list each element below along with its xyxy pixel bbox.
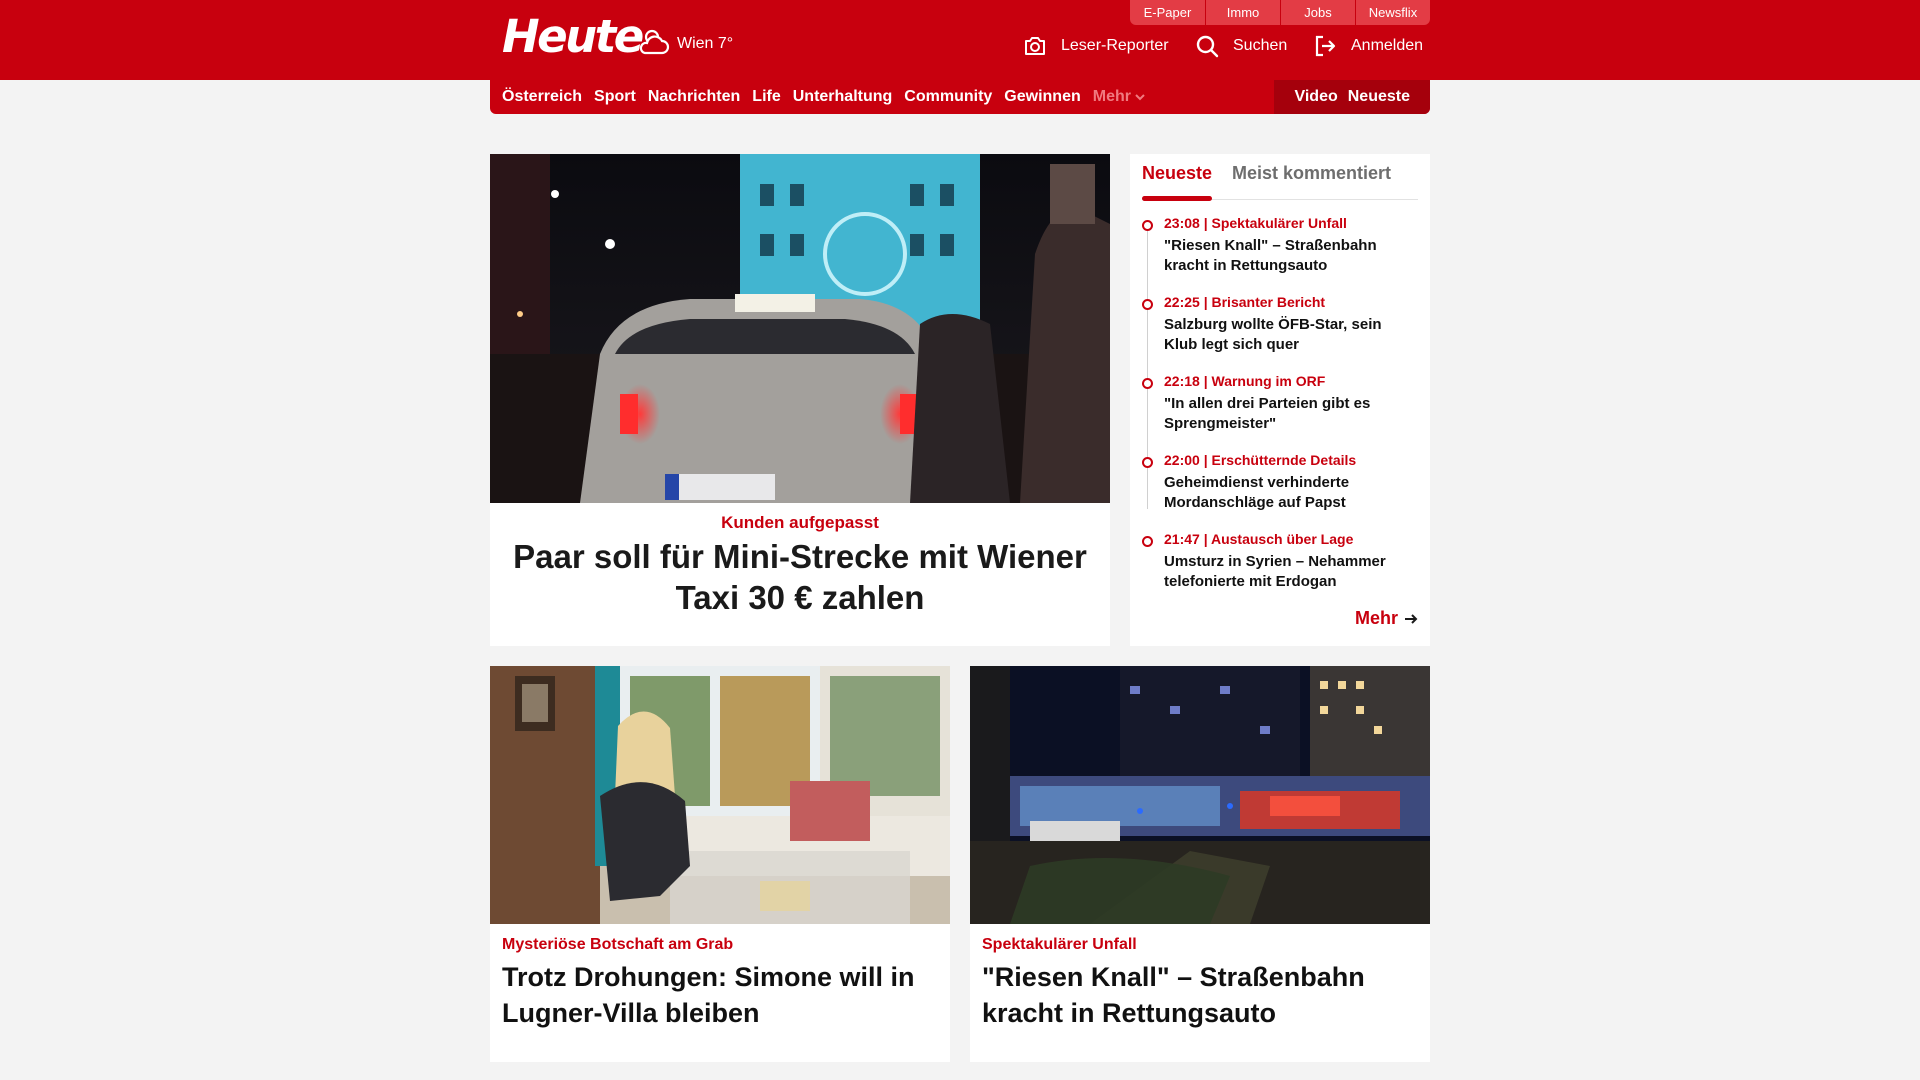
timeline-meta: 21:47 | Austausch über Lage <box>1164 531 1354 547</box>
timeline-dot-icon <box>1142 299 1153 310</box>
nav-video[interactable]: Video <box>1294 88 1337 106</box>
login-icon <box>1315 35 1336 57</box>
cloud-sun-icon <box>639 29 670 55</box>
nav-more-dropdown[interactable]: Mehr <box>1093 88 1145 106</box>
card-kicker: Mysteriöse Botschaft am Grab <box>502 936 734 953</box>
login-label: Anmelden <box>1351 37 1424 54</box>
search-label: Suchen <box>1233 37 1288 54</box>
nav-item-community[interactable]: Community <box>904 88 992 106</box>
login-button[interactable]: Anmelden <box>1313 34 1423 58</box>
sidebar-tabs: Neueste Meist kommentiert <box>1142 154 1418 201</box>
nav-more-label: Mehr <box>1092 88 1131 105</box>
chevron-down-icon <box>1135 94 1145 101</box>
nav-item-unterhaltung[interactable]: Unterhaltung <box>793 88 893 106</box>
nav-item-oesterreich[interactable]: Österreich <box>502 88 582 106</box>
timeline-dot-icon <box>1142 536 1153 547</box>
hero-image <box>490 154 1110 503</box>
tab-neueste[interactable]: Neueste <box>1142 163 1213 201</box>
search-button[interactable]: Suchen <box>1195 34 1287 58</box>
nav-item-life[interactable]: Life <box>752 88 780 106</box>
nav-item-gewinnen[interactable]: Gewinnen <box>1004 88 1080 106</box>
timeline-title[interactable]: Umsturz in Syrien – Nehammer telefoniert… <box>1164 552 1414 592</box>
article-card[interactable]: Spektakulärer Unfall "Riesen Knall" – St… <box>970 666 1430 1062</box>
service-links: E-Paper Immo Jobs Newsflix <box>1130 0 1430 25</box>
service-link-jobs[interactable]: Jobs <box>1280 0 1355 25</box>
sidebar-more-link[interactable]: Mehr <box>1355 608 1418 629</box>
timeline-title[interactable]: "Riesen Knall" – Straßenbahn kracht in R… <box>1164 236 1414 276</box>
card-title[interactable]: "Riesen Knall" – Straßenbahn kracht in R… <box>982 959 1418 1031</box>
timeline-meta: 22:18 | Warnung im ORF <box>1164 373 1326 389</box>
card-title[interactable]: Trotz Drohungen: Simone will in Lugner-V… <box>502 959 938 1031</box>
article-image <box>490 666 950 924</box>
heute-logo[interactable]: Heute <box>502 12 644 62</box>
service-link-newsflix[interactable]: Newsflix <box>1355 0 1430 25</box>
timeline-meta: 22:00 | Erschütternde Details <box>1164 452 1357 468</box>
service-link-immo[interactable]: Immo <box>1205 0 1280 25</box>
search-icon <box>1196 35 1219 58</box>
hero-article[interactable]: Kunden aufgepasst Paar soll für Mini-Str… <box>490 154 1110 646</box>
top-header <box>0 0 1920 80</box>
hero-kicker: Kunden aufgepasst <box>721 513 879 532</box>
timeline-dot-icon <box>1142 220 1153 231</box>
article-card[interactable]: Mysteriöse Botschaft am Grab Trotz Drohu… <box>490 666 950 1062</box>
timeline-title[interactable]: "In allen drei Parteien gibt es Sprengme… <box>1164 394 1414 434</box>
weather-label[interactable]: Wien 7° <box>677 35 733 53</box>
leser-reporter-label: Leser-Reporter <box>1061 37 1169 54</box>
timeline-dot-icon <box>1142 378 1153 389</box>
nav-latest[interactable]: Neueste <box>1348 88 1410 106</box>
arrow-right-icon <box>1405 613 1418 624</box>
timeline-title[interactable]: Salzburg wollte ÖFB-Star, sein Klub legt… <box>1164 315 1414 355</box>
latest-news-sidebar: Neueste Meist kommentiert 23:08 | Spekta… <box>1130 154 1430 646</box>
timeline-meta: 23:08 | Spektakulärer Unfall <box>1164 215 1347 231</box>
leser-reporter-button[interactable]: Leser-Reporter <box>1023 34 1169 58</box>
camera-icon <box>1025 37 1045 55</box>
nav-right-section: Video Neueste <box>1274 80 1430 114</box>
timeline-meta: 22:25 | Brisanter Bericht <box>1164 294 1326 310</box>
timeline-title[interactable]: Geheimdienst verhinderte Mordanschläge a… <box>1164 473 1414 513</box>
sidebar-more-label: Mehr <box>1354 608 1398 628</box>
nav-item-nachrichten[interactable]: Nachrichten <box>648 88 740 106</box>
nav-item-sport[interactable]: Sport <box>594 88 636 106</box>
hero-title[interactable]: Paar soll für Mini-Strecke mit Wiener Ta… <box>505 536 1095 618</box>
article-image <box>970 666 1430 924</box>
tab-meist-kommentiert[interactable]: Meist kommentiert <box>1232 163 1391 184</box>
card-kicker: Spektakulärer Unfall <box>982 936 1137 953</box>
timeline-dot-icon <box>1142 457 1153 468</box>
main-navigation: Österreich Sport Nachrichten Life Unterh… <box>490 80 1430 114</box>
service-link-epaper[interactable]: E-Paper <box>1130 0 1205 25</box>
